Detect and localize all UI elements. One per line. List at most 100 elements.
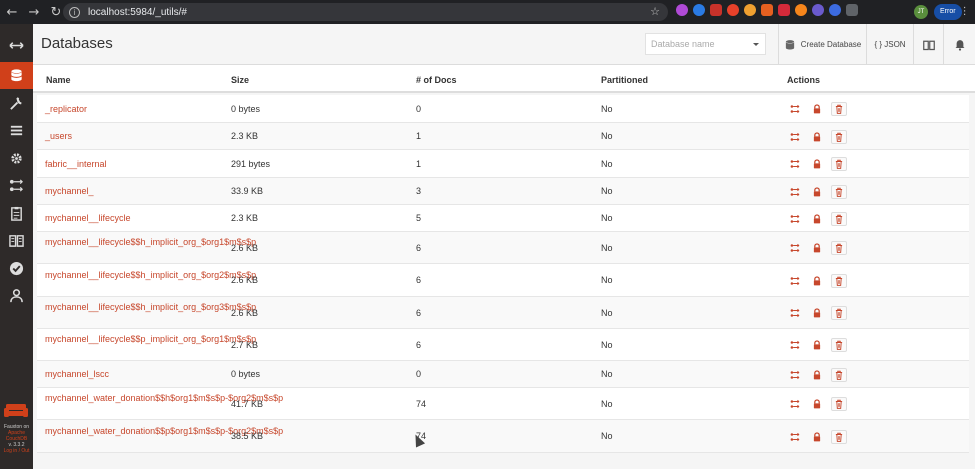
database-partitioned: No — [601, 186, 613, 196]
permissions-lock-icon[interactable] — [809, 368, 825, 382]
delete-database-icon[interactable] — [831, 397, 847, 411]
address-url[interactable]: localhost:5984/_utils/# — [88, 7, 187, 18]
extension-icon[interactable] — [761, 4, 773, 16]
column-header-size[interactable]: Size — [231, 75, 249, 85]
permissions-lock-icon[interactable] — [809, 397, 825, 411]
replicate-database-icon[interactable] — [787, 430, 803, 444]
extensions-puzzle-icon[interactable] — [846, 4, 858, 16]
database-size: 41.7 KB — [231, 398, 264, 409]
replicate-database-icon[interactable] — [787, 274, 803, 288]
book-icon — [922, 40, 935, 50]
star-icon[interactable]: ☆ — [650, 5, 660, 18]
database-name-link[interactable]: mychannel__lifecycle — [45, 213, 220, 224]
database-name-link[interactable]: _users — [45, 131, 220, 142]
database-name-link[interactable]: mychannel_ — [45, 186, 220, 197]
database-name-select[interactable]: Database name — [645, 33, 766, 55]
permissions-lock-icon[interactable] — [809, 185, 825, 199]
replication-icon[interactable] — [0, 172, 33, 199]
permissions-lock-icon[interactable] — [809, 274, 825, 288]
extension-icon[interactable] — [795, 4, 807, 16]
toggle-menu-icon[interactable] — [0, 32, 33, 59]
delete-database-icon[interactable] — [831, 338, 847, 352]
extension-icon[interactable] — [710, 4, 722, 16]
extension-icon[interactable] — [812, 4, 824, 16]
documentation-button[interactable] — [913, 24, 943, 65]
config-gear-icon[interactable] — [0, 145, 33, 172]
delete-database-icon[interactable] — [831, 241, 847, 255]
user-icon[interactable] — [0, 282, 33, 309]
permissions-lock-icon[interactable] — [809, 212, 825, 226]
delete-database-icon[interactable] — [831, 129, 847, 144]
databases-icon[interactable] — [0, 62, 33, 89]
extension-icon[interactable] — [744, 4, 756, 16]
database-doc-count: 6 — [416, 275, 422, 285]
replicate-database-icon[interactable] — [787, 185, 803, 199]
replicate-database-icon[interactable] — [787, 306, 803, 320]
delete-database-icon[interactable] — [831, 102, 847, 116]
delete-database-icon[interactable] — [831, 273, 847, 288]
forward-icon[interactable]: → — [24, 2, 44, 22]
database-doc-count: 5 — [416, 213, 422, 223]
column-header-docs[interactable]: # of Docs — [416, 75, 457, 85]
replicate-database-icon[interactable] — [787, 338, 803, 352]
database-partitioned: No — [601, 339, 613, 350]
delete-database-icon[interactable] — [831, 157, 847, 171]
back-icon[interactable]: ← — [2, 2, 22, 22]
footer-line[interactable]: Log in / Out — [0, 448, 33, 454]
replicate-database-icon[interactable] — [787, 102, 803, 116]
database-name-link[interactable]: mychannel_lscc — [45, 369, 220, 380]
replicate-database-icon[interactable] — [787, 368, 803, 382]
json-button[interactable]: { } JSON — [866, 24, 913, 65]
verify-check-icon[interactable] — [0, 255, 33, 282]
delete-database-icon[interactable] — [831, 211, 847, 226]
row-actions — [787, 429, 847, 444]
database-name-link[interactable]: mychannel_water_donation$$h$org1$m$s$p-$… — [45, 393, 283, 404]
database-partitioned: No — [601, 275, 613, 285]
delete-database-icon[interactable] — [831, 306, 847, 320]
documentation-book-icon[interactable] — [0, 227, 33, 254]
delete-database-icon[interactable] — [831, 184, 847, 199]
extension-icon[interactable] — [829, 4, 841, 16]
extension-icon[interactable] — [676, 4, 688, 16]
database-name-link[interactable]: _replicator — [45, 104, 220, 115]
extension-icon[interactable] — [693, 4, 705, 16]
address-bar[interactable]: i localhost:5984/_utils/# ☆ — [63, 3, 668, 21]
sidebar: Fauxton on Apache CouchDB v. 3.3.2 Log i… — [0, 24, 33, 469]
create-database-button[interactable]: Create Database — [778, 24, 866, 65]
database-name-link[interactable]: mychannel__lifecycle$$h_implicit_org_$or… — [45, 270, 256, 281]
site-info-icon[interactable]: i — [69, 6, 80, 18]
column-header-name[interactable]: Name — [46, 75, 71, 85]
permissions-lock-icon[interactable] — [809, 430, 825, 444]
row-actions — [787, 273, 847, 288]
delete-database-icon[interactable] — [831, 367, 847, 382]
clipboard-icon[interactable] — [0, 200, 33, 227]
replicate-database-icon[interactable] — [787, 397, 803, 411]
replicate-database-icon[interactable] — [787, 130, 803, 144]
error-chip[interactable]: Error — [934, 4, 969, 20]
replicate-database-icon[interactable] — [787, 157, 803, 171]
extension-icon[interactable] — [727, 4, 739, 16]
setup-wrench-icon[interactable] — [0, 90, 33, 117]
database-name-link[interactable]: mychannel__lifecycle$$h_implicit_org_$or… — [45, 237, 256, 248]
profile-avatar[interactable]: JT — [914, 5, 928, 19]
notifications-button[interactable] — [943, 24, 975, 65]
database-size: 2.3 KB — [231, 213, 259, 223]
page-header: Databases Database name Create Database … — [33, 24, 975, 65]
database-size: 38.5 KB — [231, 431, 264, 441]
permissions-lock-icon[interactable] — [809, 130, 825, 144]
permissions-lock-icon[interactable] — [809, 157, 825, 171]
permissions-lock-icon[interactable] — [809, 306, 825, 320]
permissions-lock-icon[interactable] — [809, 102, 825, 116]
database-name-link[interactable]: fabric__internal — [45, 159, 220, 170]
permissions-lock-icon[interactable] — [809, 338, 825, 352]
active-tasks-icon[interactable] — [0, 117, 33, 144]
database-name-link[interactable]: mychannel__lifecycle$$h_implicit_org_$or… — [45, 302, 256, 313]
permissions-lock-icon[interactable] — [809, 241, 825, 255]
delete-database-icon[interactable] — [831, 429, 847, 444]
database-name-link[interactable]: mychannel_water_donation$$p$org1$m$s$p-$… — [45, 426, 283, 437]
extension-icon[interactable] — [778, 4, 790, 16]
database-partitioned: No — [601, 431, 613, 441]
replicate-database-icon[interactable] — [787, 212, 803, 226]
replicate-database-icon[interactable] — [787, 241, 803, 255]
database-name-link[interactable]: mychannel__lifecycle$$p_implicit_org_$or… — [45, 334, 256, 345]
